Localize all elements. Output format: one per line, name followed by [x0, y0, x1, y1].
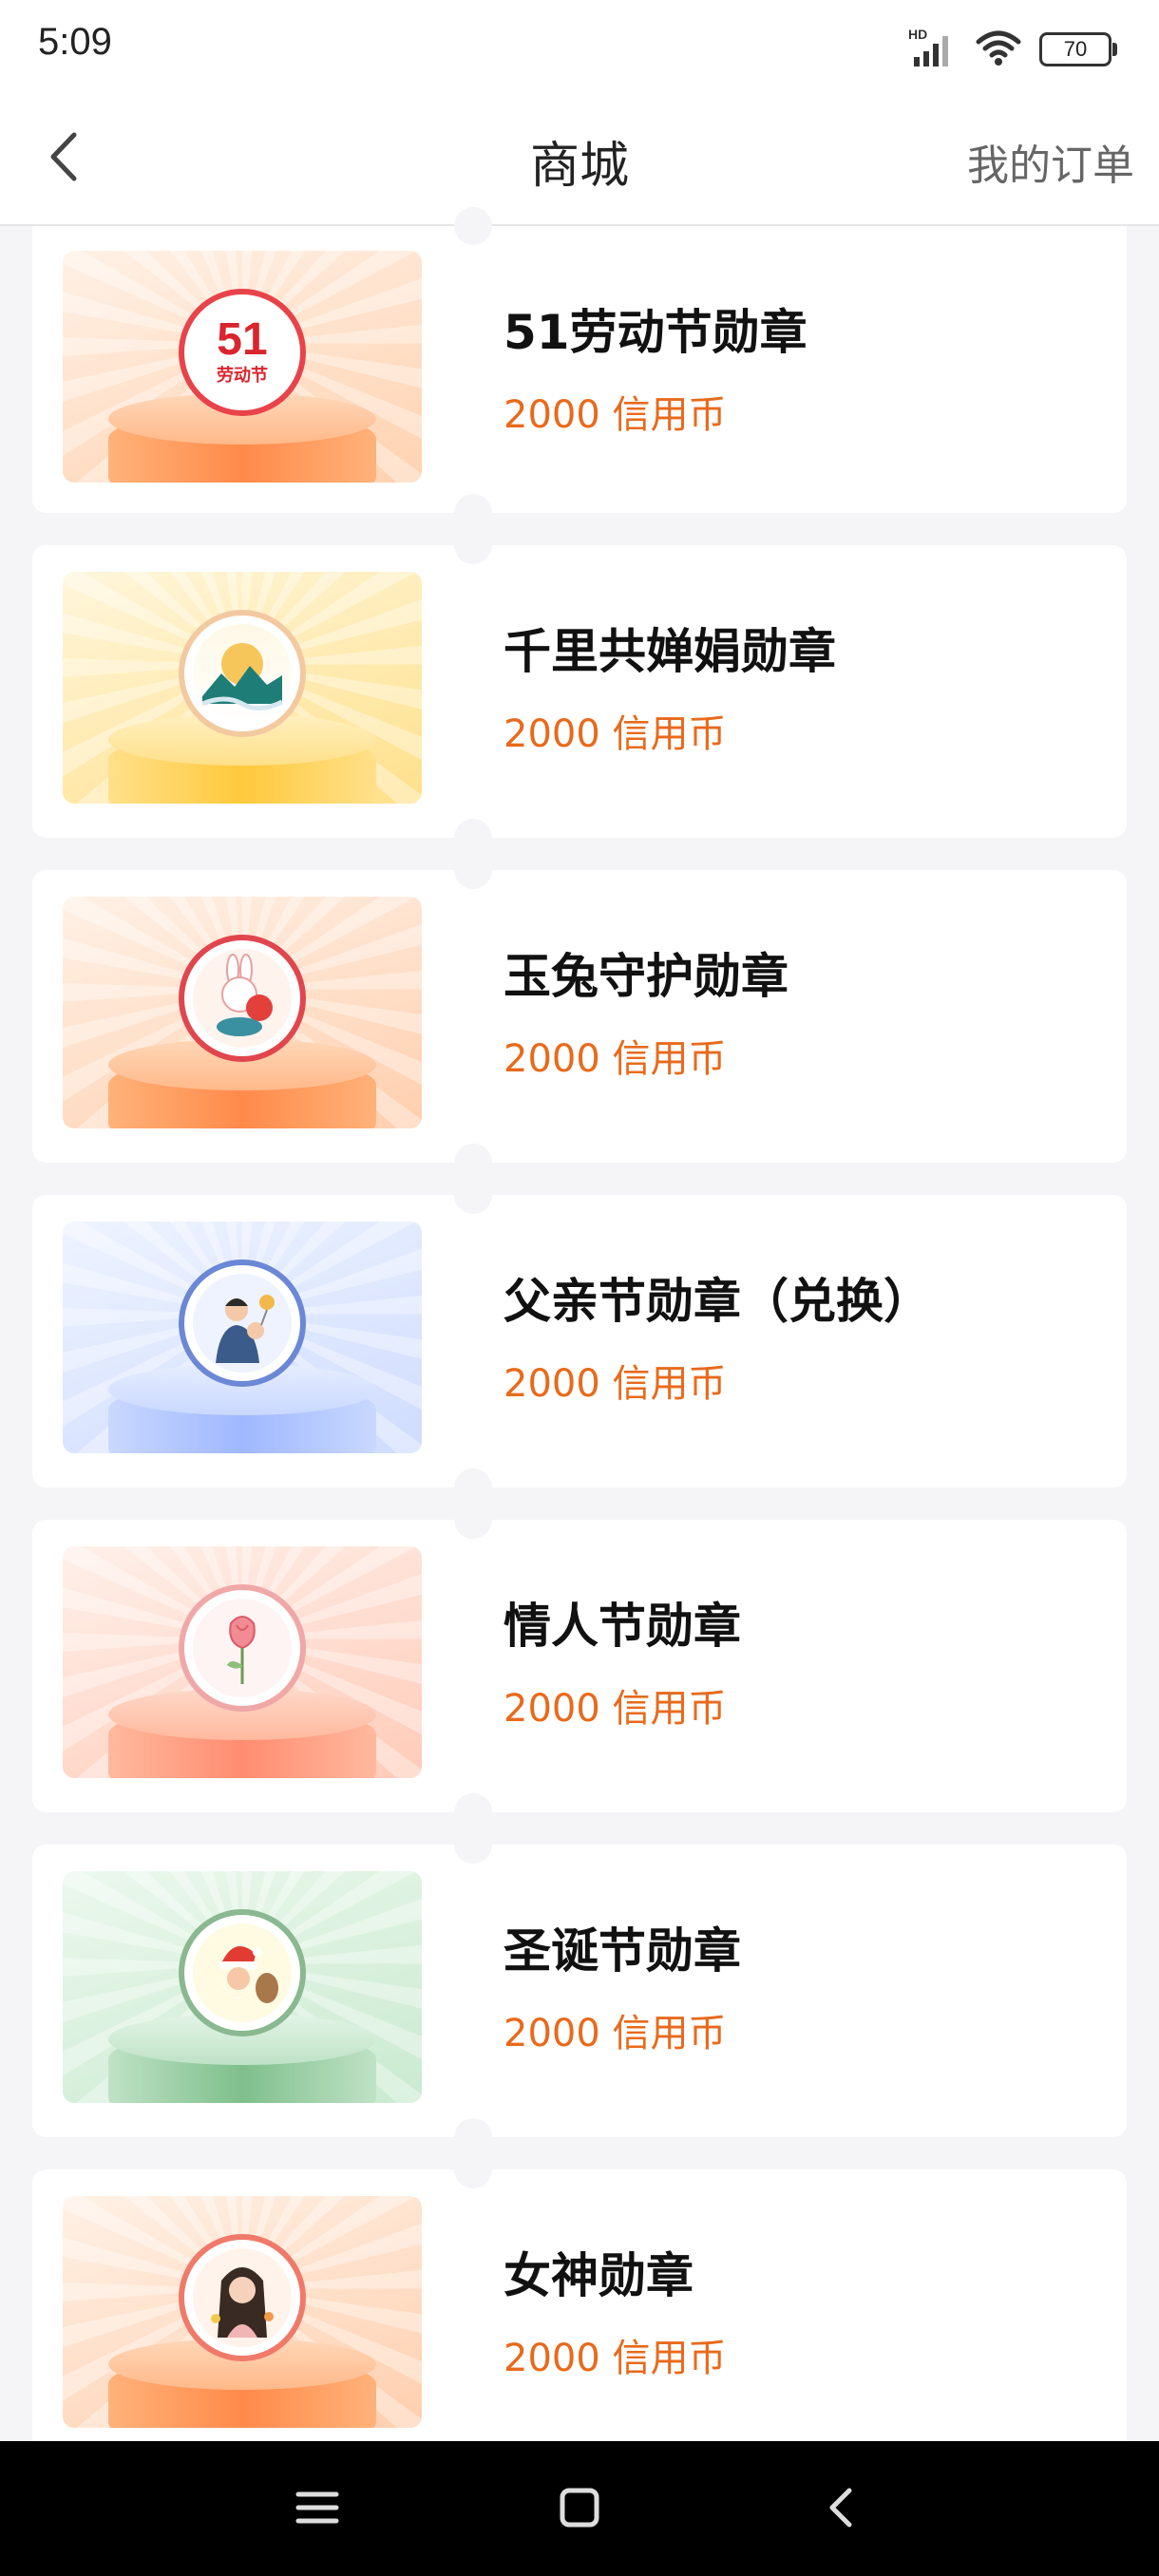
- father-child-medal-icon: [179, 1260, 306, 1387]
- home-button[interactable]: [551, 2479, 608, 2536]
- product-card[interactable]: 女神勋章 2000 信用币: [32, 2150, 1127, 2473]
- product-image: [63, 572, 422, 804]
- product-title: 51劳动节勋章: [504, 305, 808, 360]
- menu-button[interactable]: [289, 2479, 346, 2536]
- status-time: 5:09: [38, 21, 112, 63]
- product-card[interactable]: 千里共婵娟勋章 2000 信用币: [32, 526, 1127, 857]
- signal-icon: HD: [908, 27, 958, 68]
- product-image: [63, 2196, 422, 2428]
- system-back-button[interactable]: [813, 2479, 870, 2536]
- product-card[interactable]: 51 劳动节 51劳动节勋章 2000 信用币: [32, 207, 1127, 532]
- triangle-back-icon: [829, 2488, 852, 2528]
- square-icon: [560, 2488, 599, 2528]
- medal-number: 51: [217, 314, 268, 365]
- product-image: [63, 897, 422, 1128]
- product-image: [63, 1546, 422, 1778]
- product-title: 女神勋章: [504, 2248, 694, 2303]
- product-title: 圣诞节勋章: [504, 1923, 741, 1979]
- rose-medal-icon: [179, 1584, 306, 1712]
- wifi-icon: [975, 28, 1022, 70]
- product-image: [63, 1871, 422, 2103]
- product-price: 2000 信用币: [504, 2337, 727, 2380]
- top-nav: 商城 我的订单: [0, 95, 1159, 226]
- status-bar: 5:09 HD 70: [0, 0, 1159, 95]
- moon-mountain-medal-icon: [179, 610, 306, 737]
- product-price: 2000 信用币: [504, 393, 727, 437]
- jade-rabbit-medal-icon: [179, 935, 306, 1062]
- status-icons: HD 70: [908, 27, 1117, 72]
- product-image: 51 劳动节: [63, 251, 422, 483]
- product-price: 2000 信用币: [504, 1037, 727, 1081]
- medal-caption: 劳动节: [217, 366, 268, 386]
- menu-icon: [295, 2491, 339, 2524]
- santa-medal-icon: [179, 1909, 306, 2036]
- product-price: 2000 信用币: [504, 712, 727, 756]
- product-title: 父亲节勋章（兑换）: [504, 1274, 931, 1329]
- product-title: 玉兔守护勋章: [504, 949, 788, 1004]
- goddess-medal-icon: [179, 2234, 306, 2361]
- product-card[interactable]: 父亲节勋章（兑换） 2000 信用币: [32, 1176, 1127, 1506]
- labor-day-medal-icon: 51 劳动节: [179, 289, 306, 416]
- battery-level: 70: [1063, 37, 1088, 61]
- product-title: 千里共婵娟勋章: [504, 624, 836, 679]
- product-card[interactable]: 圣诞节勋章 2000 信用币: [32, 1826, 1127, 2156]
- product-card[interactable]: 玉兔守护勋章 2000 信用币: [32, 851, 1127, 1182]
- product-card[interactable]: 情人节勋章 2000 信用币: [32, 1501, 1127, 1831]
- system-nav-bar: [0, 2441, 1159, 2576]
- product-price: 2000 信用币: [504, 1687, 727, 1731]
- my-orders-link[interactable]: 我的订单: [967, 131, 1134, 192]
- product-price: 2000 信用币: [504, 1362, 727, 1406]
- battery-icon: 70: [1039, 32, 1117, 66]
- product-price: 2000 信用币: [504, 2012, 727, 2055]
- product-image: [63, 1222, 422, 1453]
- product-title: 情人节勋章: [504, 1599, 741, 1654]
